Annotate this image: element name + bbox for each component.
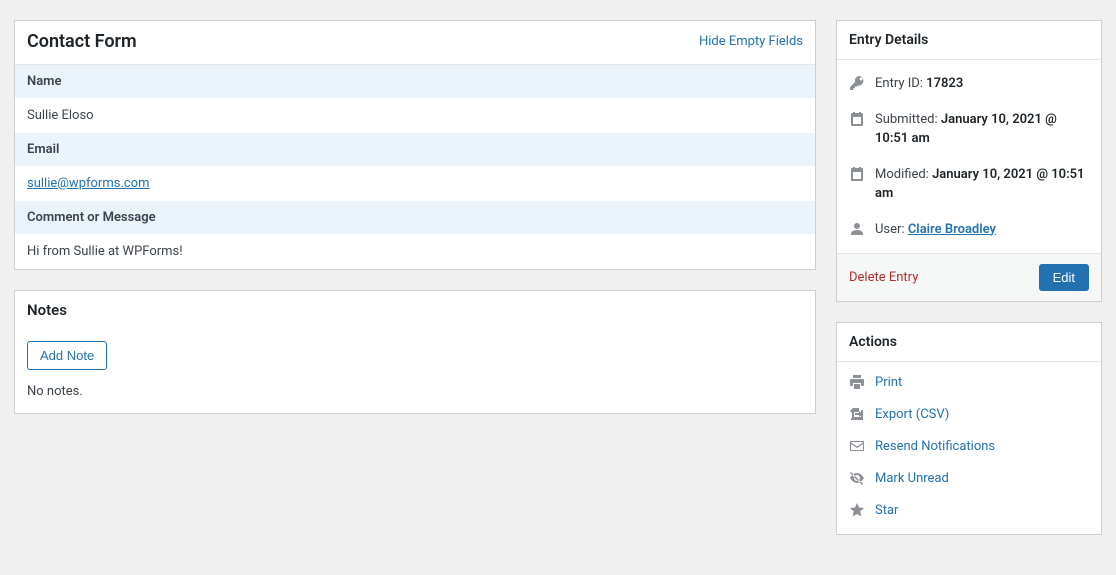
form-title: Contact Form — [27, 31, 137, 52]
action-star-label: Star — [875, 503, 898, 518]
field-value-comment: Hi from Sullie at WPForms! — [15, 234, 815, 269]
action-star[interactable]: Star — [837, 494, 1101, 526]
export-icon — [849, 406, 865, 422]
mail-icon — [849, 438, 865, 454]
entry-id-value: 17823 — [926, 76, 963, 91]
field-label-email: Email — [15, 133, 815, 166]
field-label-comment: Comment or Message — [15, 201, 815, 234]
contact-form-panel: Contact Form Hide Empty Fields Name Sull… — [14, 20, 816, 270]
notes-panel: Notes Add Note No notes. — [14, 290, 816, 414]
action-print-label: Print — [875, 375, 902, 390]
actions-panel: Actions Print Export (CSV) — [836, 322, 1102, 535]
notes-empty-text: No notes. — [27, 384, 803, 399]
field-label-name: Name — [15, 65, 815, 98]
meta-modified: Modified: January 10, 2021 @ 10:51 am — [837, 157, 1101, 212]
edit-button[interactable]: Edit — [1039, 264, 1089, 291]
field-value-email: sullie@wpforms.com — [15, 166, 815, 201]
user-link[interactable]: Claire Broadley — [908, 222, 996, 237]
action-resend-label: Resend Notifications — [875, 439, 995, 454]
field-value-name: Sullie Eloso — [15, 98, 815, 133]
action-print[interactable]: Print — [837, 366, 1101, 398]
meta-entry-id: Entry ID: 17823 — [837, 66, 1101, 102]
action-mark-unread[interactable]: Mark Unread — [837, 462, 1101, 494]
delete-entry-link[interactable]: Delete Entry — [849, 270, 918, 285]
key-icon — [849, 75, 865, 91]
eye-slash-icon — [849, 470, 865, 486]
action-resend[interactable]: Resend Notifications — [837, 430, 1101, 462]
meta-submitted: Submitted: January 10, 2021 @ 10:51 am — [837, 102, 1101, 157]
add-note-button[interactable]: Add Note — [27, 341, 107, 370]
star-icon — [849, 502, 865, 518]
meta-user: User: Claire Broadley — [837, 212, 1101, 248]
user-icon — [849, 221, 865, 237]
user-label: User: — [875, 222, 908, 237]
entry-details-title: Entry Details — [837, 21, 1101, 60]
actions-title: Actions — [837, 323, 1101, 362]
print-icon — [849, 374, 865, 390]
entry-id-label: Entry ID: — [875, 76, 926, 91]
action-export-label: Export (CSV) — [875, 407, 949, 422]
notes-title: Notes — [27, 301, 67, 319]
action-unread-label: Mark Unread — [875, 471, 949, 486]
modified-label: Modified: — [875, 167, 932, 182]
action-export[interactable]: Export (CSV) — [837, 398, 1101, 430]
calendar-icon — [849, 111, 865, 127]
email-link[interactable]: sullie@wpforms.com — [27, 176, 150, 191]
hide-empty-fields-link[interactable]: Hide Empty Fields — [699, 34, 803, 49]
entry-details-panel: Entry Details Entry ID: 17823 Submitted:… — [836, 20, 1102, 302]
calendar-icon — [849, 166, 865, 182]
submitted-label: Submitted: — [875, 112, 941, 127]
